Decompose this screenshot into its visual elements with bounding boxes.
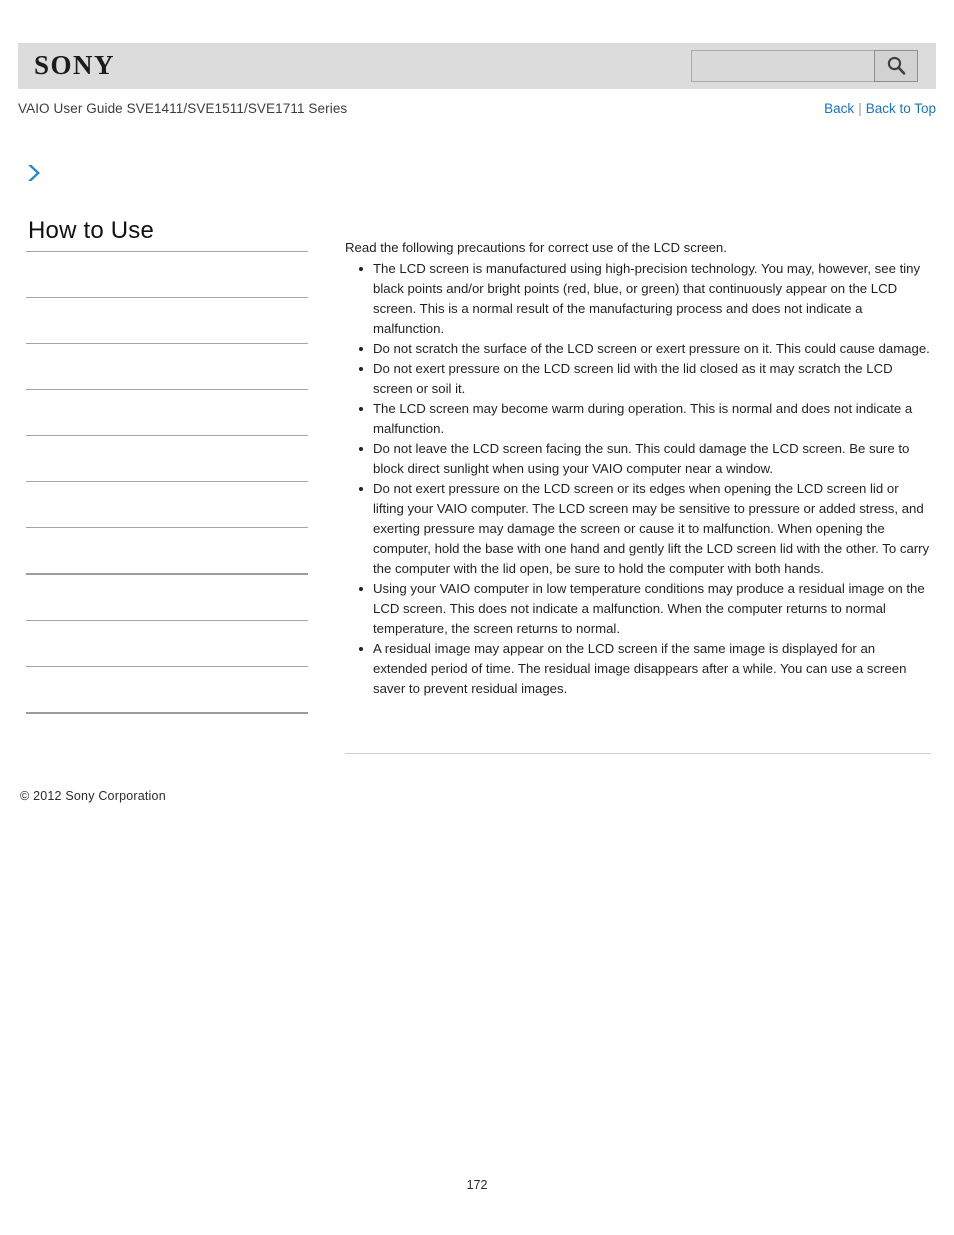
search-icon xyxy=(885,55,907,77)
page-number: 172 xyxy=(466,1178,488,1192)
content-bottom-divider xyxy=(345,753,931,754)
sidebar: How to Use xyxy=(26,217,308,715)
sidebar-item-9[interactable] xyxy=(26,667,308,712)
list-item: The LCD screen is manufactured using hig… xyxy=(359,259,931,339)
sidebar-divider xyxy=(26,712,308,715)
guide-title: VAIO User Guide SVE1411/SVE1511/SVE1711 … xyxy=(18,101,348,116)
back-to-top-link[interactable]: Back to Top xyxy=(866,101,936,116)
sidebar-item-7[interactable] xyxy=(26,575,308,620)
nav-separator: | xyxy=(858,101,862,116)
sidebar-item-0[interactable] xyxy=(26,252,308,297)
search-button[interactable] xyxy=(874,50,918,82)
list-item: Do not exert pressure on the LCD screen … xyxy=(359,359,931,399)
sony-logo: SONY xyxy=(34,49,116,80)
back-link[interactable]: Back xyxy=(824,101,854,116)
list-item: Do not leave the LCD screen facing the s… xyxy=(359,439,931,479)
sidebar-item-3[interactable] xyxy=(26,390,308,435)
list-item: Do not exert pressure on the LCD screen … xyxy=(359,479,931,579)
list-item: The LCD screen may become warm during op… xyxy=(359,399,931,439)
search-area xyxy=(691,50,918,82)
sidebar-item-1[interactable] xyxy=(26,298,308,343)
sidebar-item-6[interactable] xyxy=(26,528,308,573)
subheader: VAIO User Guide SVE1411/SVE1511/SVE1711 … xyxy=(18,101,936,116)
list-item: Using your VAIO computer in low temperat… xyxy=(359,579,931,639)
header-bar: SONY xyxy=(18,43,936,89)
sidebar-item-2[interactable] xyxy=(26,344,308,389)
sidebar-item-8[interactable] xyxy=(26,621,308,666)
chevron-right-icon[interactable] xyxy=(22,162,44,184)
sidebar-item-5[interactable] xyxy=(26,482,308,527)
list-item: A residual image may appear on the LCD s… xyxy=(359,639,931,699)
intro-paragraph: Read the following precautions for corre… xyxy=(345,240,727,255)
copyright-text: © 2012 Sony Corporation xyxy=(20,789,166,803)
search-input[interactable] xyxy=(691,50,874,82)
precautions-list: The LCD screen is manufactured using hig… xyxy=(345,259,931,699)
main-content: Read the following precautions for corre… xyxy=(345,238,931,699)
header-nav-links: Back | Back to Top xyxy=(824,101,936,116)
sidebar-title: How to Use xyxy=(28,217,155,244)
sidebar-item-4[interactable] xyxy=(26,436,308,481)
list-item: Do not scratch the surface of the LCD sc… xyxy=(359,339,931,359)
